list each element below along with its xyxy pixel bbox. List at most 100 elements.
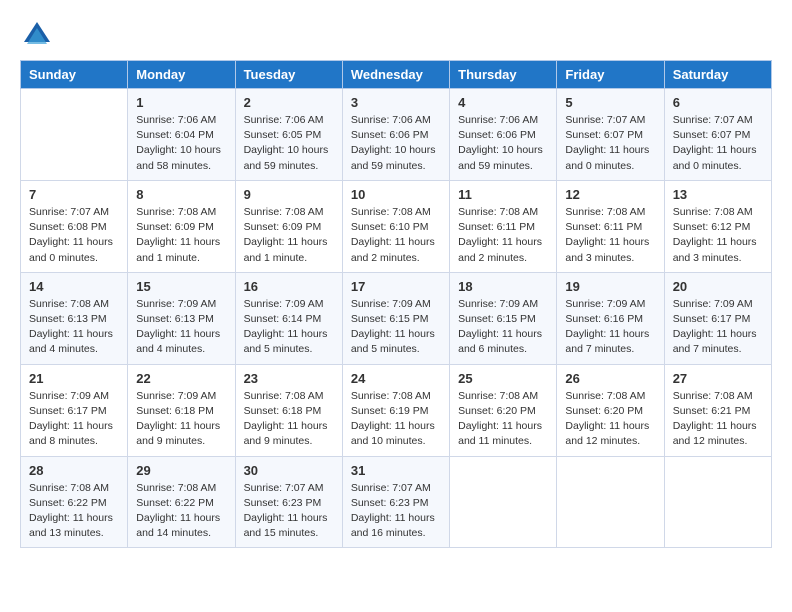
calendar-cell: 1 Sunrise: 7:06 AM Sunset: 6:04 PM Daylig… xyxy=(128,89,235,181)
calendar-cell: 12 Sunrise: 7:08 AM Sunset: 6:11 PM Dayli… xyxy=(557,180,664,272)
calendar-cell: 10 Sunrise: 7:08 AM Sunset: 6:10 PM Dayli… xyxy=(342,180,449,272)
calendar-cell: 21 Sunrise: 7:09 AM Sunset: 6:17 PM Dayli… xyxy=(21,364,128,456)
calendar-cell xyxy=(557,456,664,548)
calendar-cell: 15 Sunrise: 7:09 AM Sunset: 6:13 PM Dayli… xyxy=(128,272,235,364)
day-info: Sunrise: 7:09 AM Sunset: 6:18 PM Dayligh… xyxy=(136,389,226,450)
day-number: 27 xyxy=(673,371,763,386)
day-info: Sunrise: 7:09 AM Sunset: 6:14 PM Dayligh… xyxy=(244,297,334,358)
calendar-cell: 6 Sunrise: 7:07 AM Sunset: 6:07 PM Daylig… xyxy=(664,89,771,181)
calendar-cell: 31 Sunrise: 7:07 AM Sunset: 6:23 PM Dayli… xyxy=(342,456,449,548)
calendar-cell: 16Sunrise: 7:09 AM Sunset: 6:14 PM Dayli… xyxy=(235,272,342,364)
day-info: Sunrise: 7:08 AM Sunset: 6:09 PM Dayligh… xyxy=(136,205,226,266)
logo xyxy=(20,20,52,50)
calendar-cell: 5 Sunrise: 7:07 AM Sunset: 6:07 PM Daylig… xyxy=(557,89,664,181)
calendar-cell xyxy=(450,456,557,548)
calendar-cell: 4Sunrise: 7:06 AM Sunset: 6:06 PM Daylig… xyxy=(450,89,557,181)
day-info: Sunrise: 7:08 AM Sunset: 6:13 PM Dayligh… xyxy=(29,297,119,358)
day-info: Sunrise: 7:07 AM Sunset: 6:23 PM Dayligh… xyxy=(351,481,441,542)
calendar-cell: 25 Sunrise: 7:08 AM Sunset: 6:20 PM Dayli… xyxy=(450,364,557,456)
calendar-cell: 26 Sunrise: 7:08 AM Sunset: 6:20 PM Dayli… xyxy=(557,364,664,456)
day-info: Sunrise: 7:08 AM Sunset: 6:09 PM Dayligh… xyxy=(244,205,334,266)
calendar-cell: 28 Sunrise: 7:08 AM Sunset: 6:22 PM Dayli… xyxy=(21,456,128,548)
calendar-cell: 20 Sunrise: 7:09 AM Sunset: 6:17 PM Dayli… xyxy=(664,272,771,364)
day-number: 18 xyxy=(458,279,548,294)
day-info: Sunrise: 7:06 AM Sunset: 6:06 PM Dayligh… xyxy=(458,113,548,174)
page-header xyxy=(20,20,772,50)
day-number: 28 xyxy=(29,463,119,478)
calendar-cell: 3Sunrise: 7:06 AM Sunset: 6:06 PM Daylig… xyxy=(342,89,449,181)
calendar-cell: 22 Sunrise: 7:09 AM Sunset: 6:18 PM Dayli… xyxy=(128,364,235,456)
calendar-cell: 2Sunrise: 7:06 AM Sunset: 6:05 PM Daylig… xyxy=(235,89,342,181)
logo-icon xyxy=(22,20,52,50)
calendar-cell: 23Sunrise: 7:08 AM Sunset: 6:18 PM Dayli… xyxy=(235,364,342,456)
calendar-cell: 30 Sunrise: 7:07 AM Sunset: 6:23 PM Dayli… xyxy=(235,456,342,548)
week-row-4: 21 Sunrise: 7:09 AM Sunset: 6:17 PM Dayli… xyxy=(21,364,772,456)
day-number: 1 xyxy=(136,95,226,110)
calendar-cell: 13 Sunrise: 7:08 AM Sunset: 6:12 PM Dayli… xyxy=(664,180,771,272)
day-number: 20 xyxy=(673,279,763,294)
calendar-cell xyxy=(21,89,128,181)
day-number: 29 xyxy=(136,463,226,478)
header-row: SundayMondayTuesdayWednesdayThursdayFrid… xyxy=(21,61,772,89)
day-number: 13 xyxy=(673,187,763,202)
day-info: Sunrise: 7:07 AM Sunset: 6:08 PM Dayligh… xyxy=(29,205,119,266)
day-number: 11 xyxy=(458,187,548,202)
day-number: 7 xyxy=(29,187,119,202)
day-info: Sunrise: 7:08 AM Sunset: 6:21 PM Dayligh… xyxy=(673,389,763,450)
calendar-cell: 29 Sunrise: 7:08 AM Sunset: 6:22 PM Dayli… xyxy=(128,456,235,548)
day-info: Sunrise: 7:08 AM Sunset: 6:20 PM Dayligh… xyxy=(458,389,548,450)
calendar-cell: 14 Sunrise: 7:08 AM Sunset: 6:13 PM Dayli… xyxy=(21,272,128,364)
day-info: Sunrise: 7:08 AM Sunset: 6:22 PM Dayligh… xyxy=(136,481,226,542)
day-number: 22 xyxy=(136,371,226,386)
column-header-tuesday: Tuesday xyxy=(235,61,342,89)
day-number: 19 xyxy=(565,279,655,294)
day-info: Sunrise: 7:08 AM Sunset: 6:19 PM Dayligh… xyxy=(351,389,441,450)
day-number: 14 xyxy=(29,279,119,294)
day-info: Sunrise: 7:09 AM Sunset: 6:15 PM Dayligh… xyxy=(458,297,548,358)
day-number: 6 xyxy=(673,95,763,110)
calendar-cell: 7 Sunrise: 7:07 AM Sunset: 6:08 PM Daylig… xyxy=(21,180,128,272)
week-row-1: 1 Sunrise: 7:06 AM Sunset: 6:04 PM Daylig… xyxy=(21,89,772,181)
day-number: 10 xyxy=(351,187,441,202)
day-number: 26 xyxy=(565,371,655,386)
day-info: Sunrise: 7:09 AM Sunset: 6:17 PM Dayligh… xyxy=(673,297,763,358)
calendar-cell xyxy=(664,456,771,548)
day-info: Sunrise: 7:08 AM Sunset: 6:11 PM Dayligh… xyxy=(458,205,548,266)
day-info: Sunrise: 7:08 AM Sunset: 6:20 PM Dayligh… xyxy=(565,389,655,450)
day-number: 8 xyxy=(136,187,226,202)
day-info: Sunrise: 7:09 AM Sunset: 6:17 PM Dayligh… xyxy=(29,389,119,450)
day-info: Sunrise: 7:08 AM Sunset: 6:18 PM Dayligh… xyxy=(244,389,334,450)
day-info: Sunrise: 7:06 AM Sunset: 6:06 PM Dayligh… xyxy=(351,113,441,174)
column-header-wednesday: Wednesday xyxy=(342,61,449,89)
calendar-cell: 19 Sunrise: 7:09 AM Sunset: 6:16 PM Dayli… xyxy=(557,272,664,364)
day-number: 17 xyxy=(351,279,441,294)
column-header-friday: Friday xyxy=(557,61,664,89)
day-info: Sunrise: 7:07 AM Sunset: 6:07 PM Dayligh… xyxy=(673,113,763,174)
day-number: 25 xyxy=(458,371,548,386)
week-row-2: 7 Sunrise: 7:07 AM Sunset: 6:08 PM Daylig… xyxy=(21,180,772,272)
day-info: Sunrise: 7:08 AM Sunset: 6:11 PM Dayligh… xyxy=(565,205,655,266)
calendar-cell: 18 Sunrise: 7:09 AM Sunset: 6:15 PM Dayli… xyxy=(450,272,557,364)
day-info: Sunrise: 7:09 AM Sunset: 6:16 PM Dayligh… xyxy=(565,297,655,358)
day-info: Sunrise: 7:09 AM Sunset: 6:13 PM Dayligh… xyxy=(136,297,226,358)
day-number: 5 xyxy=(565,95,655,110)
day-number: 12 xyxy=(565,187,655,202)
day-number: 31 xyxy=(351,463,441,478)
day-info: Sunrise: 7:08 AM Sunset: 6:12 PM Dayligh… xyxy=(673,205,763,266)
calendar-table: SundayMondayTuesdayWednesdayThursdayFrid… xyxy=(20,60,772,548)
calendar-cell: 17Sunrise: 7:09 AM Sunset: 6:15 PM Dayli… xyxy=(342,272,449,364)
day-number: 30 xyxy=(244,463,334,478)
day-info: Sunrise: 7:06 AM Sunset: 6:04 PM Dayligh… xyxy=(136,113,226,174)
day-number: 9 xyxy=(244,187,334,202)
day-number: 21 xyxy=(29,371,119,386)
day-number: 24 xyxy=(351,371,441,386)
day-info: Sunrise: 7:07 AM Sunset: 6:23 PM Dayligh… xyxy=(244,481,334,542)
column-header-saturday: Saturday xyxy=(664,61,771,89)
column-header-sunday: Sunday xyxy=(21,61,128,89)
day-info: Sunrise: 7:08 AM Sunset: 6:10 PM Dayligh… xyxy=(351,205,441,266)
day-number: 15 xyxy=(136,279,226,294)
column-header-thursday: Thursday xyxy=(450,61,557,89)
day-info: Sunrise: 7:08 AM Sunset: 6:22 PM Dayligh… xyxy=(29,481,119,542)
day-info: Sunrise: 7:07 AM Sunset: 6:07 PM Dayligh… xyxy=(565,113,655,174)
calendar-cell: 11 Sunrise: 7:08 AM Sunset: 6:11 PM Dayli… xyxy=(450,180,557,272)
